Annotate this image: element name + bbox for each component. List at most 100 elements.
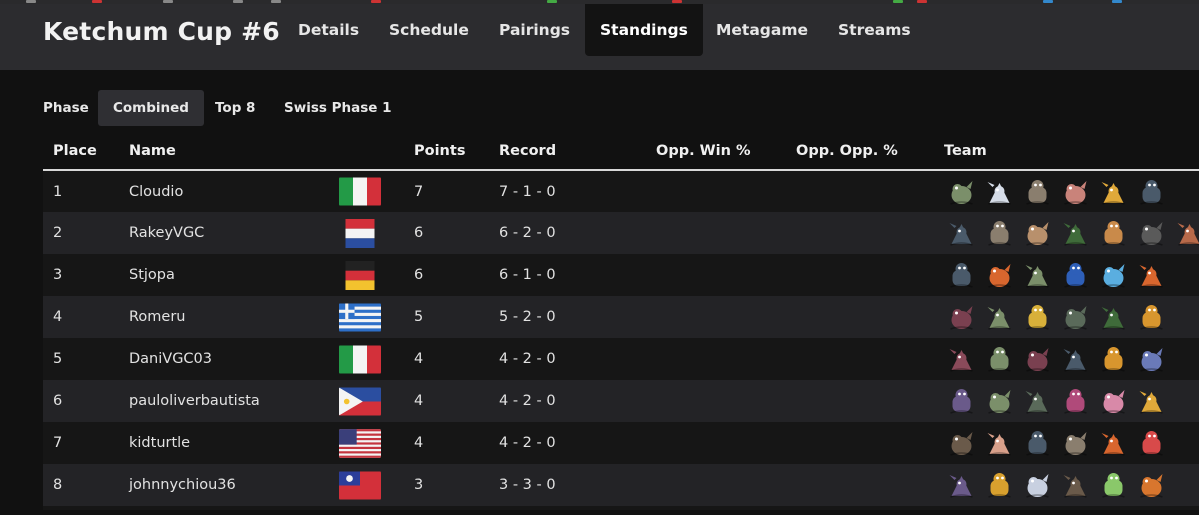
pokemon-sprite-icon[interactable]	[1022, 218, 1053, 248]
pokemon-sprite-icon[interactable]	[946, 344, 977, 374]
opp-opp-cell	[786, 380, 934, 422]
player-name[interactable]: Romeru	[119, 296, 329, 338]
pokemon-sprite-icon[interactable]	[946, 218, 977, 248]
tab-schedule[interactable]: Schedule	[374, 4, 484, 56]
pokemon-sprite-icon[interactable]	[984, 302, 1015, 332]
pokemon-sprite-icon[interactable]	[1060, 260, 1091, 290]
pokemon-sprite-icon[interactable]	[984, 218, 1015, 248]
points-cell: 3	[404, 464, 489, 506]
pokemon-sprite-icon[interactable]	[946, 470, 977, 500]
pokemon-sprite-icon[interactable]	[1136, 470, 1167, 500]
team-sprites	[944, 344, 1199, 374]
player-name[interactable]: RakeyVGC	[119, 212, 329, 254]
pokemon-sprite-icon[interactable]	[1060, 177, 1091, 207]
table-row[interactable]: 5 DaniVGC03 4 4 - 2 - 0	[43, 338, 1199, 380]
tab-details[interactable]: Details	[283, 4, 374, 56]
pokemon-sprite-icon[interactable]	[984, 260, 1015, 290]
pokemon-sprite-icon[interactable]	[1060, 302, 1091, 332]
pokemon-sprite-icon[interactable]	[984, 344, 1015, 374]
table-row[interactable]: 4 Romeru 5 5 - 2 - 0	[43, 296, 1199, 338]
player-name[interactable]: johnnychiou36	[119, 464, 329, 506]
italy-flag-icon	[339, 177, 381, 206]
pokemon-sprite-icon[interactable]	[1136, 386, 1167, 416]
table-row[interactable]: 6 pauloliverbautista 4 4 - 2 - 0	[43, 380, 1199, 422]
pokemon-sprite-icon[interactable]	[1098, 218, 1129, 248]
pokemon-sprite-icon[interactable]	[1022, 302, 1053, 332]
column-opp-win[interactable]: Opp. Win %	[646, 133, 786, 171]
tab-standings[interactable]: Standings	[585, 4, 703, 56]
player-name[interactable]: kidturtle	[119, 422, 329, 464]
pokemon-sprite-icon[interactable]	[1022, 428, 1053, 458]
column-points[interactable]: Points	[404, 133, 489, 171]
pokemon-sprite-icon[interactable]	[984, 177, 1015, 207]
pokemon-sprite-icon[interactable]	[1136, 218, 1167, 248]
pokemon-sprite-icon[interactable]	[946, 428, 977, 458]
player-name[interactable]: DaniVGC03	[119, 338, 329, 380]
pokemon-sprite-icon[interactable]	[1098, 177, 1129, 207]
tab-metagame[interactable]: Metagame	[701, 4, 823, 56]
pokemon-sprite-icon[interactable]	[1098, 302, 1129, 332]
pokemon-sprite-icon[interactable]	[1136, 260, 1167, 290]
pokemon-sprite-icon[interactable]	[1060, 470, 1091, 500]
team-sprites	[944, 428, 1199, 458]
phase-top8-button[interactable]: Top 8	[200, 90, 270, 126]
phase-swiss1-button[interactable]: Swiss Phase 1	[269, 90, 407, 126]
column-opp-opp[interactable]: Opp. Opp. %	[786, 133, 934, 171]
column-record[interactable]: Record	[489, 133, 646, 171]
pokemon-sprite-icon[interactable]	[946, 177, 977, 207]
place-cell: 7	[43, 422, 119, 464]
player-name[interactable]: Cloudio	[119, 170, 329, 212]
team-sprites	[944, 302, 1199, 332]
tab-pairings[interactable]: Pairings	[484, 4, 585, 56]
usa-flag-icon	[339, 428, 381, 458]
pokemon-sprite-icon[interactable]	[1022, 386, 1053, 416]
country-flag-cell	[329, 212, 404, 254]
table-row[interactable]: 3 Stjopa 6 6 - 1 - 0	[43, 254, 1199, 296]
pokemon-sprite-icon[interactable]	[1136, 344, 1167, 374]
place-cell: 1	[43, 170, 119, 212]
pokemon-sprite-icon[interactable]	[946, 386, 977, 416]
pokemon-sprite-icon[interactable]	[946, 302, 977, 332]
team-cell	[934, 170, 1199, 212]
table-row[interactable]: 1 Cloudio 7 7 - 1 - 0	[43, 170, 1199, 212]
pokemon-sprite-icon[interactable]	[984, 386, 1015, 416]
tab-streams[interactable]: Streams	[823, 4, 926, 56]
pokemon-sprite-icon[interactable]	[1060, 428, 1091, 458]
pokemon-sprite-icon[interactable]	[1098, 260, 1129, 290]
pokemon-sprite-icon[interactable]	[984, 428, 1015, 458]
country-flag-cell	[329, 170, 404, 212]
column-place[interactable]: Place	[43, 133, 119, 171]
pokemon-sprite-icon[interactable]	[1098, 386, 1129, 416]
pokemon-sprite-icon[interactable]	[1022, 260, 1053, 290]
pokemon-sprite-icon[interactable]	[1136, 302, 1167, 332]
pokemon-sprite-icon[interactable]	[1174, 218, 1199, 248]
pokemon-sprite-icon[interactable]	[1136, 428, 1167, 458]
pokemon-sprite-icon[interactable]	[1060, 386, 1091, 416]
pokemon-sprite-icon[interactable]	[946, 260, 977, 290]
italy-flag-icon	[339, 345, 381, 374]
column-name[interactable]: Name	[119, 133, 329, 171]
pokemon-sprite-icon[interactable]	[1098, 344, 1129, 374]
opp-win-cell	[646, 338, 786, 380]
pokemon-sprite-icon[interactable]	[1098, 428, 1129, 458]
pokemon-sprite-icon[interactable]	[1022, 344, 1053, 374]
phase-combined-button[interactable]: Combined	[98, 90, 204, 126]
pokemon-sprite-icon[interactable]	[1022, 177, 1053, 207]
table-row[interactable]: 8 johnnychiou36 3 3 - 3 - 0	[43, 464, 1199, 506]
pokemon-sprite-icon[interactable]	[1022, 470, 1053, 500]
pokemon-sprite-icon[interactable]	[1098, 470, 1129, 500]
table-row[interactable]: 2 RakeyVGC 6 6 - 2 - 0	[43, 212, 1199, 254]
column-team: Team	[934, 133, 1199, 171]
table-row[interactable]	[43, 506, 1199, 510]
player-name[interactable]: Stjopa	[119, 254, 329, 296]
place-cell: 4	[43, 296, 119, 338]
pokemon-sprite-icon[interactable]	[984, 470, 1015, 500]
pokemon-sprite-icon[interactable]	[1060, 218, 1091, 248]
pokemon-sprite-icon[interactable]	[1136, 177, 1167, 207]
record-cell: 4 - 2 - 0	[489, 338, 646, 380]
team-cell	[934, 212, 1199, 254]
table-row[interactable]: 7 kidturtle 4 4 - 2 - 0	[43, 422, 1199, 464]
opp-opp-cell	[786, 296, 934, 338]
pokemon-sprite-icon[interactable]	[1060, 344, 1091, 374]
player-name[interactable]: pauloliverbautista	[119, 380, 329, 422]
